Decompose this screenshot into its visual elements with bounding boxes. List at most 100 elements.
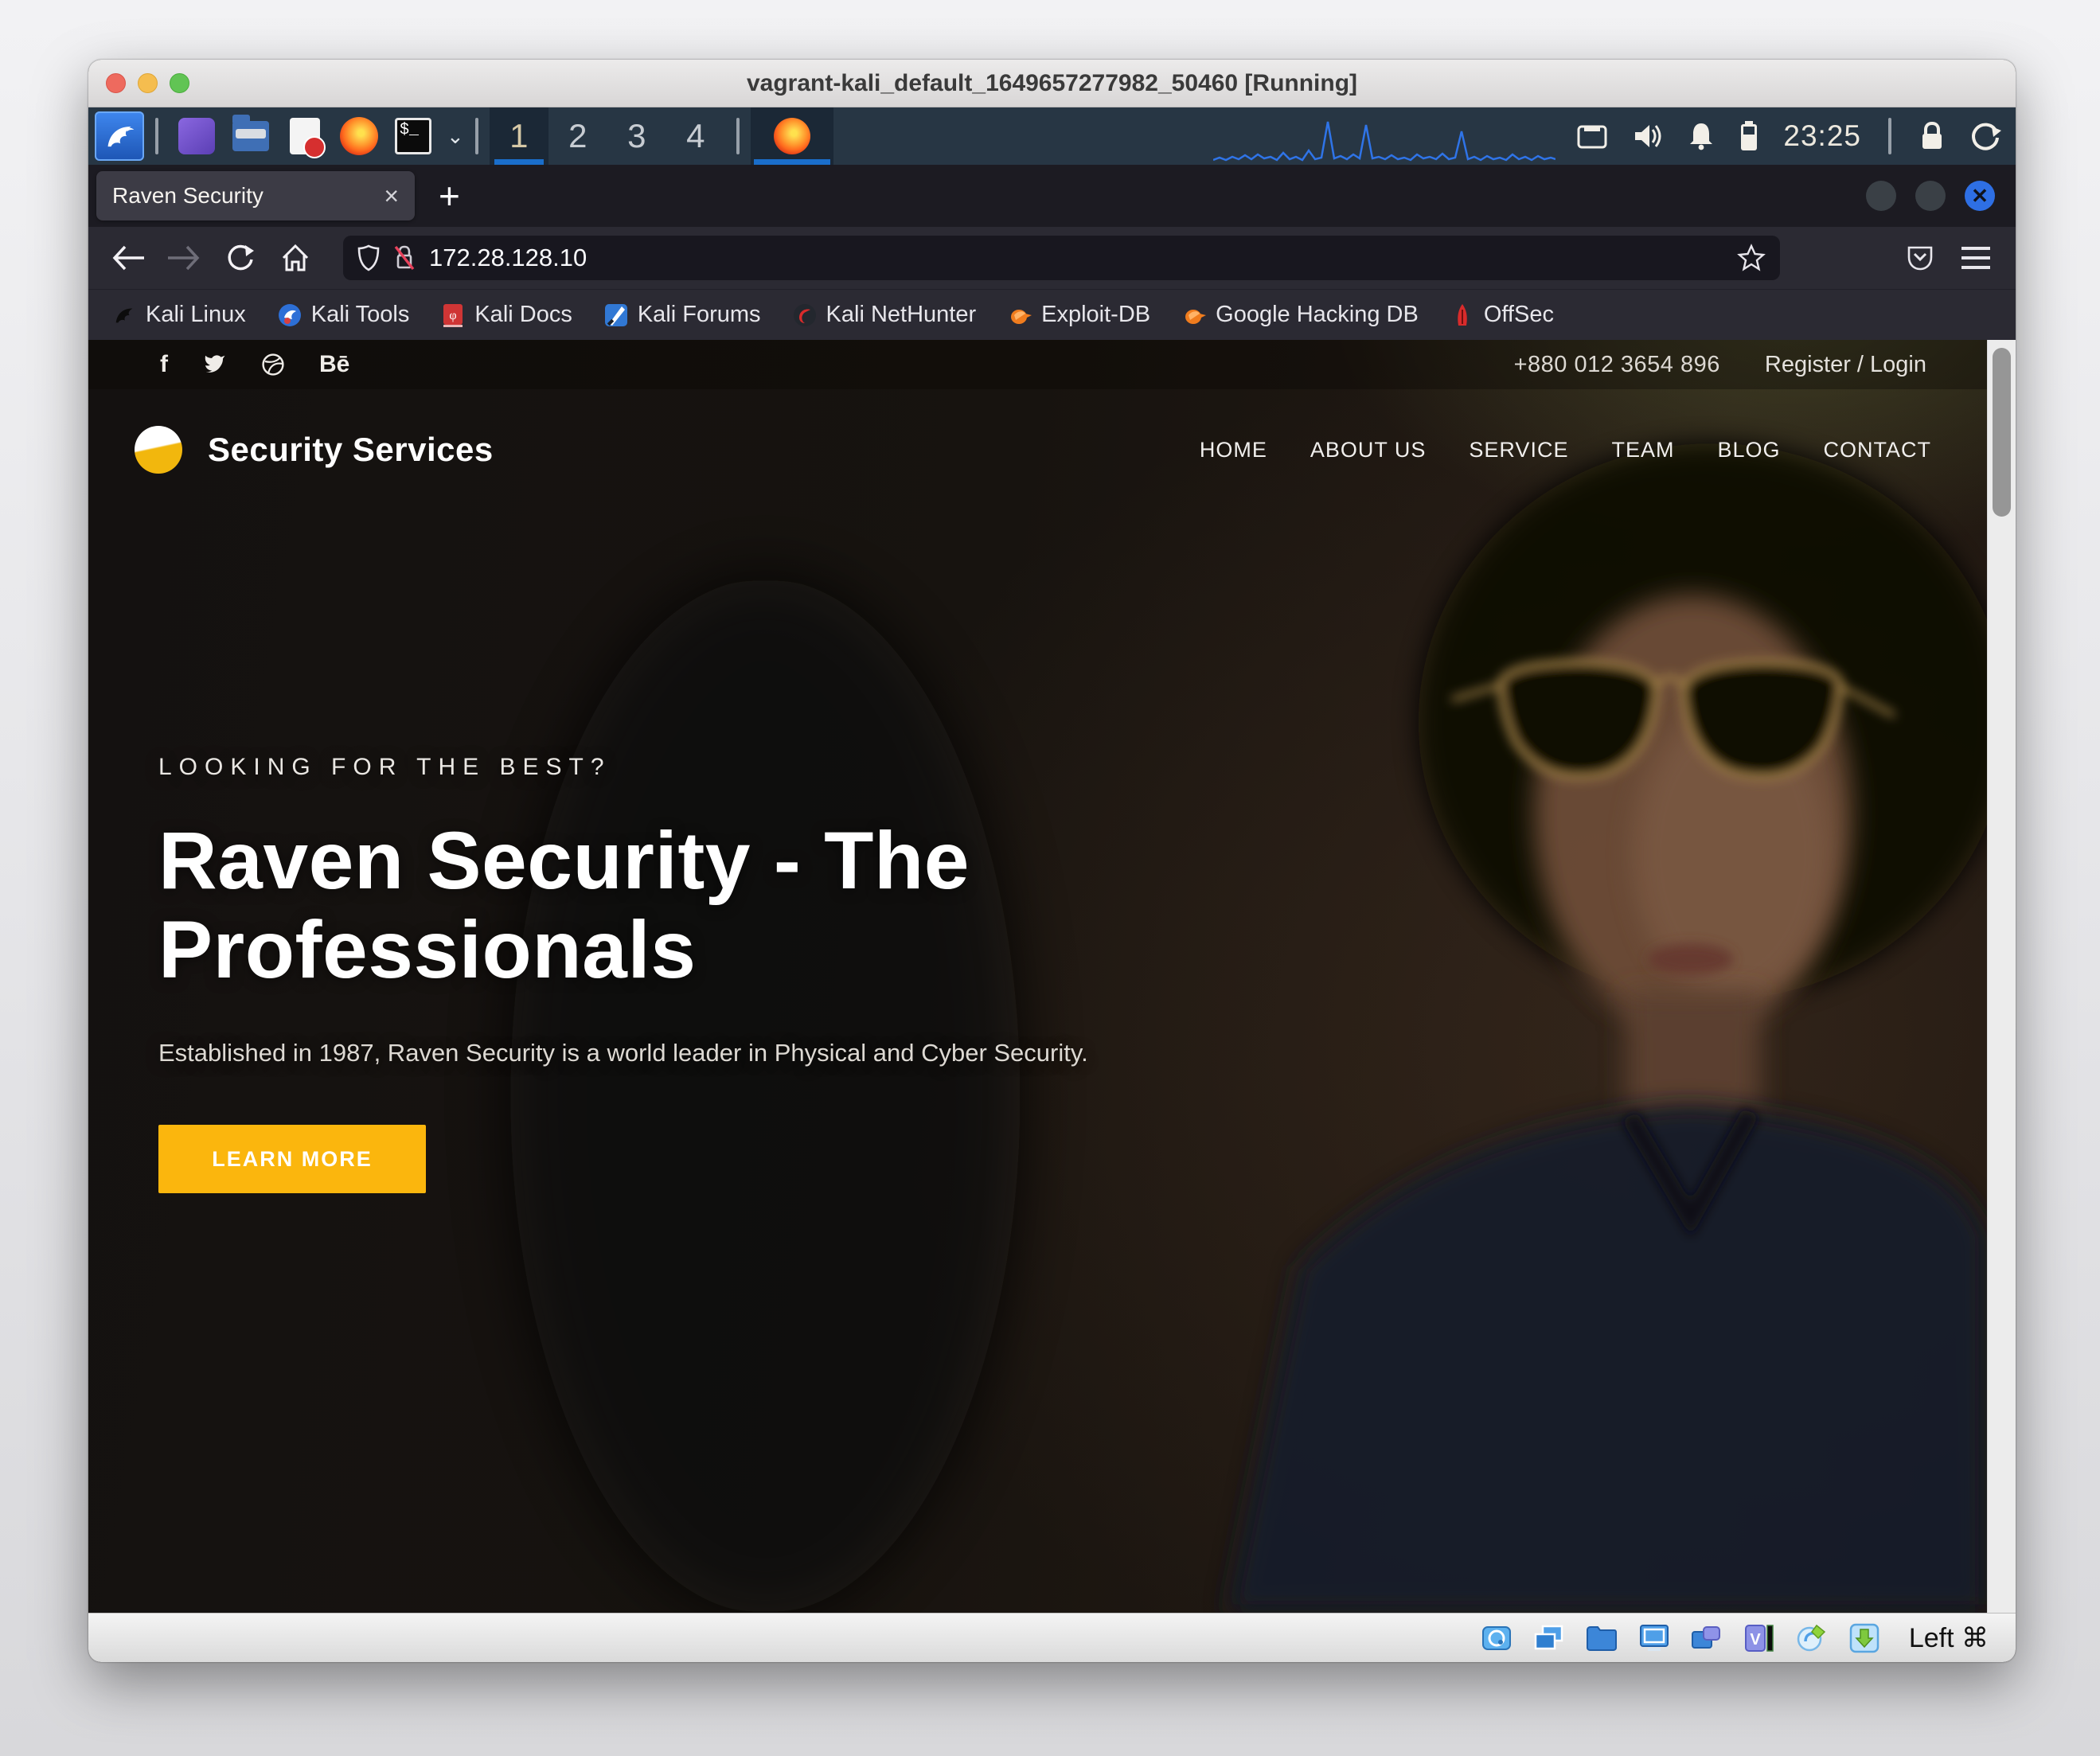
close-tab-icon[interactable]: × xyxy=(384,181,399,211)
bookmark-offsec[interactable]: OffSec xyxy=(1450,302,1554,328)
bookmark-label: Kali NetHunter xyxy=(826,302,977,328)
bookmark-label: OffSec xyxy=(1484,302,1554,328)
url-text[interactable]: 172.28.128.10 xyxy=(429,244,587,272)
bookmark-star-icon[interactable] xyxy=(1737,244,1766,272)
kali-forums-icon xyxy=(604,303,628,327)
behance-icon[interactable]: Bē xyxy=(319,351,349,378)
drag-and-drop-icon[interactable] xyxy=(1848,1622,1880,1654)
chevron-down-icon[interactable]: ⌄ xyxy=(447,124,464,149)
workspace-2[interactable]: 2 xyxy=(548,107,607,165)
workspace-3[interactable]: 3 xyxy=(607,107,666,165)
lock-screen-icon[interactable] xyxy=(1918,120,1946,152)
browser-content: f Bē +880 012 3654 896 Register / Login … xyxy=(88,340,2016,1613)
kali-dragon-icon xyxy=(103,119,136,153)
launcher-app-drawer[interactable] xyxy=(175,115,218,158)
shared-folders-icon[interactable] xyxy=(1586,1622,1618,1654)
firefox-navbar: 172.28.128.10 xyxy=(88,227,2016,289)
url-bar[interactable]: 172.28.128.10 xyxy=(343,236,1780,280)
svg-text:φ: φ xyxy=(450,309,457,322)
tab-raven-security[interactable]: Raven Security × xyxy=(96,171,415,220)
hero-heading: Raven Security - The Professionals xyxy=(158,816,1217,994)
launcher-firefox[interactable] xyxy=(338,115,381,158)
firefox-tabbar: Raven Security × + ✕ xyxy=(88,165,2016,227)
vbox-status-bar: V Left ⌘ xyxy=(88,1613,2016,1662)
wm-minimize-button[interactable] xyxy=(1866,181,1896,211)
launcher-file-manager[interactable] xyxy=(229,115,272,158)
orange-bird-icon xyxy=(1182,303,1206,327)
nav-about-us[interactable]: ABOUT US xyxy=(1310,438,1427,462)
site-logo-icon[interactable] xyxy=(135,426,182,474)
panel-separator xyxy=(1888,118,1891,154)
tracking-protection-shield-icon[interactable] xyxy=(357,244,380,271)
launcher-text-editor[interactable] xyxy=(283,115,326,158)
facebook-icon[interactable]: f xyxy=(160,351,168,378)
nav-team[interactable]: TEAM xyxy=(1611,438,1674,462)
page-scrollbar[interactable] xyxy=(1987,340,2016,1613)
workspace-label: 4 xyxy=(686,117,705,155)
virtualization-icon[interactable]: V xyxy=(1743,1622,1775,1654)
bookmark-kali-forums[interactable]: Kali Forums xyxy=(604,302,761,328)
learn-more-button[interactable]: LEARN MORE xyxy=(158,1125,426,1193)
offsec-icon xyxy=(1450,303,1474,327)
back-button[interactable] xyxy=(107,237,149,279)
hero-description: Established in 1987, Raven Security is a… xyxy=(158,1039,1217,1067)
pocket-icon[interactable] xyxy=(1899,237,1941,279)
insecure-lock-icon[interactable] xyxy=(392,244,416,272)
site-brand[interactable]: Security Services xyxy=(208,431,494,469)
bookmark-kali-docs[interactable]: φ Kali Docs xyxy=(441,302,572,328)
screenshot-icon[interactable] xyxy=(1576,123,1608,150)
site-header: Security Services HOME ABOUT US SERVICE … xyxy=(88,389,1987,510)
svg-text:V: V xyxy=(1750,1631,1761,1649)
workspace-label: 3 xyxy=(627,117,646,155)
system-tray: 23:25 xyxy=(1576,118,2001,154)
hdd-activity-icon[interactable] xyxy=(1481,1622,1513,1654)
notifications-bell-icon[interactable] xyxy=(1688,121,1715,151)
clock[interactable]: 23:25 xyxy=(1783,119,1861,153)
nav-home[interactable]: HOME xyxy=(1200,438,1267,462)
twitter-icon[interactable] xyxy=(203,354,227,375)
orange-bird-icon xyxy=(1008,303,1032,327)
panel-separator xyxy=(475,118,478,154)
bookmark-kali-linux[interactable]: Kali Linux xyxy=(112,302,246,328)
home-button[interactable] xyxy=(275,237,316,279)
wm-close-button[interactable]: ✕ xyxy=(1965,181,1995,211)
hamburger-menu-icon[interactable] xyxy=(1955,237,1997,279)
battery-icon[interactable] xyxy=(1739,120,1759,152)
workspace-1[interactable]: 1 xyxy=(490,107,548,165)
mouse-integration-icon[interactable] xyxy=(1796,1622,1828,1654)
bookmark-kali-tools[interactable]: Kali Tools xyxy=(278,302,410,328)
nav-contact[interactable]: CONTACT xyxy=(1824,438,1932,462)
firefox-icon xyxy=(340,117,378,155)
terminal-icon: $_ xyxy=(395,118,431,154)
phone-number: +880 012 3654 896 xyxy=(1514,352,1720,378)
new-tab-button[interactable]: + xyxy=(439,174,460,217)
recording-icon[interactable] xyxy=(1691,1622,1723,1654)
site-nav: HOME ABOUT US SERVICE TEAM BLOG CONTACT xyxy=(1200,438,1931,462)
nav-blog[interactable]: BLOG xyxy=(1717,438,1780,462)
bookmark-exploit-db[interactable]: Exploit-DB xyxy=(1008,302,1150,328)
bookmark-google-hacking-db[interactable]: Google Hacking DB xyxy=(1182,302,1419,328)
bookmarks-toolbar: Kali Linux Kali Tools φ Kali Docs Kali F… xyxy=(88,289,2016,340)
vm-titlebar: vagrant-kali_default_1649657277982_50460… xyxy=(88,60,2016,107)
display-icon[interactable] xyxy=(1638,1622,1670,1654)
forward-button[interactable] xyxy=(163,237,205,279)
taskbar-firefox-window[interactable] xyxy=(751,107,833,165)
workspace-4[interactable]: 4 xyxy=(666,107,725,165)
launcher-terminal[interactable]: $_ xyxy=(392,115,435,158)
reload-button[interactable] xyxy=(219,237,260,279)
log-out-icon[interactable] xyxy=(1969,120,2001,152)
register-login-link[interactable]: Register / Login xyxy=(1765,352,1926,378)
network-activity-icon[interactable] xyxy=(1533,1622,1565,1654)
kali-nethunter-icon xyxy=(793,303,817,327)
bookmark-label: Kali Docs xyxy=(474,302,572,328)
volume-icon[interactable] xyxy=(1632,122,1664,150)
dribbble-icon[interactable] xyxy=(262,353,284,376)
bookmark-label: Google Hacking DB xyxy=(1216,302,1419,328)
scrollbar-thumb[interactable] xyxy=(1993,348,2011,517)
kali-dragon-icon xyxy=(112,303,136,327)
bookmark-label: Kali Forums xyxy=(638,302,761,328)
nav-service[interactable]: SERVICE xyxy=(1469,438,1568,462)
wm-maximize-button[interactable] xyxy=(1915,181,1946,211)
bookmark-kali-nethunter[interactable]: Kali NetHunter xyxy=(793,302,977,328)
kali-menu-button[interactable] xyxy=(95,111,144,161)
